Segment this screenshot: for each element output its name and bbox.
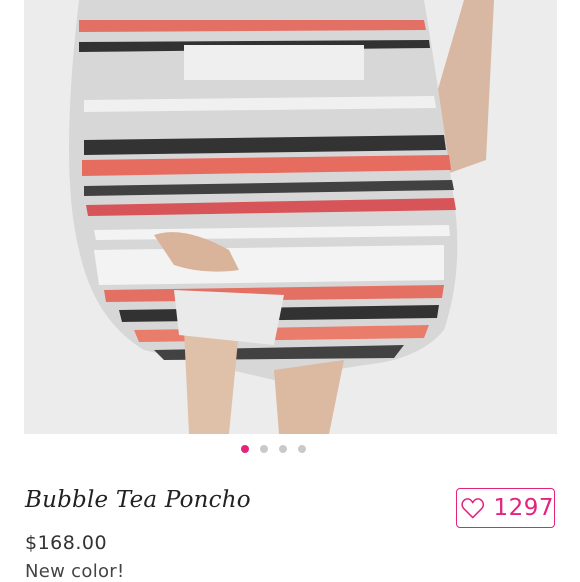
carousel-dot-1[interactable] [240,445,249,453]
heart-icon [461,498,485,519]
like-button[interactable]: 1297 [456,488,555,528]
carousel-pagination [0,445,580,455]
carousel-dot-4[interactable] [297,445,306,453]
product-image[interactable] [24,0,557,434]
like-count: 1297 [493,495,554,521]
carousel-dot-2[interactable] [259,445,268,453]
product-title: Bubble Tea Poncho [25,487,251,513]
product-note: New color! [25,561,125,582]
carousel-dot-3[interactable] [278,445,287,453]
product-price: $168.00 [25,532,108,554]
poncho-photo [24,0,557,434]
